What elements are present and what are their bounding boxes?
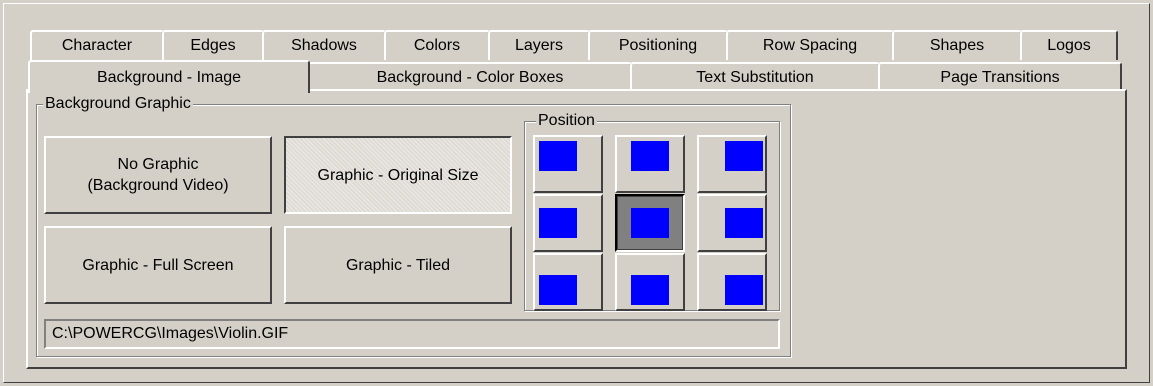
tab-character[interactable]: Character [30, 30, 164, 60]
position-top-center-swatch [631, 141, 669, 171]
position-bottom-center-button[interactable] [615, 253, 685, 311]
position-bottom-left-swatch [539, 275, 577, 305]
position-top-right-button[interactable] [697, 135, 767, 193]
graphic-tiled-button[interactable]: Graphic - Tiled [284, 226, 512, 304]
tab-positioning[interactable]: Positioning [588, 30, 728, 60]
tab-background-color-boxes[interactable]: Background - Color Boxes [308, 62, 632, 92]
tab-colors[interactable]: Colors [384, 30, 490, 60]
position-middle-center-button[interactable] [615, 194, 685, 252]
background-graphic-label: Background Graphic [43, 94, 193, 114]
no-graphic-button[interactable]: No Graphic (Background Video) [44, 136, 272, 214]
position-bottom-left-button[interactable] [533, 253, 603, 311]
position-bottom-center-swatch [631, 275, 669, 305]
tab-shapes[interactable]: Shapes [892, 30, 1022, 60]
position-bottom-right-button[interactable] [697, 253, 767, 311]
tab-background-image[interactable]: Background - Image [28, 60, 310, 93]
tab-text-substitution[interactable]: Text Substitution [630, 62, 880, 92]
tab-logos[interactable]: Logos [1020, 30, 1118, 60]
tab-edges[interactable]: Edges [162, 30, 264, 60]
position-bottom-right-swatch [725, 275, 763, 305]
tab-shadows[interactable]: Shadows [262, 30, 386, 60]
graphic-original-size-button[interactable]: Graphic - Original Size [284, 136, 512, 214]
tab-page-transitions[interactable]: Page Transitions [878, 62, 1122, 92]
position-middle-left-button[interactable] [533, 194, 603, 252]
position-top-center-button[interactable] [615, 135, 685, 193]
position-top-left-swatch [539, 141, 577, 171]
position-middle-right-button[interactable] [697, 194, 767, 252]
position-middle-left-swatch [539, 208, 577, 238]
position-middle-center-swatch [631, 208, 669, 238]
position-label: Position [536, 111, 597, 131]
graphic-full-screen-button[interactable]: Graphic - Full Screen [44, 226, 272, 304]
tab-row-spacing[interactable]: Row Spacing [726, 30, 894, 60]
position-top-left-button[interactable] [533, 135, 603, 193]
tab-layers[interactable]: Layers [488, 30, 590, 60]
position-middle-right-swatch [725, 208, 763, 238]
position-top-right-swatch [725, 141, 763, 171]
graphic-file-path-field[interactable]: C:\POWERCG\Images\Violin.GIF [44, 319, 780, 349]
